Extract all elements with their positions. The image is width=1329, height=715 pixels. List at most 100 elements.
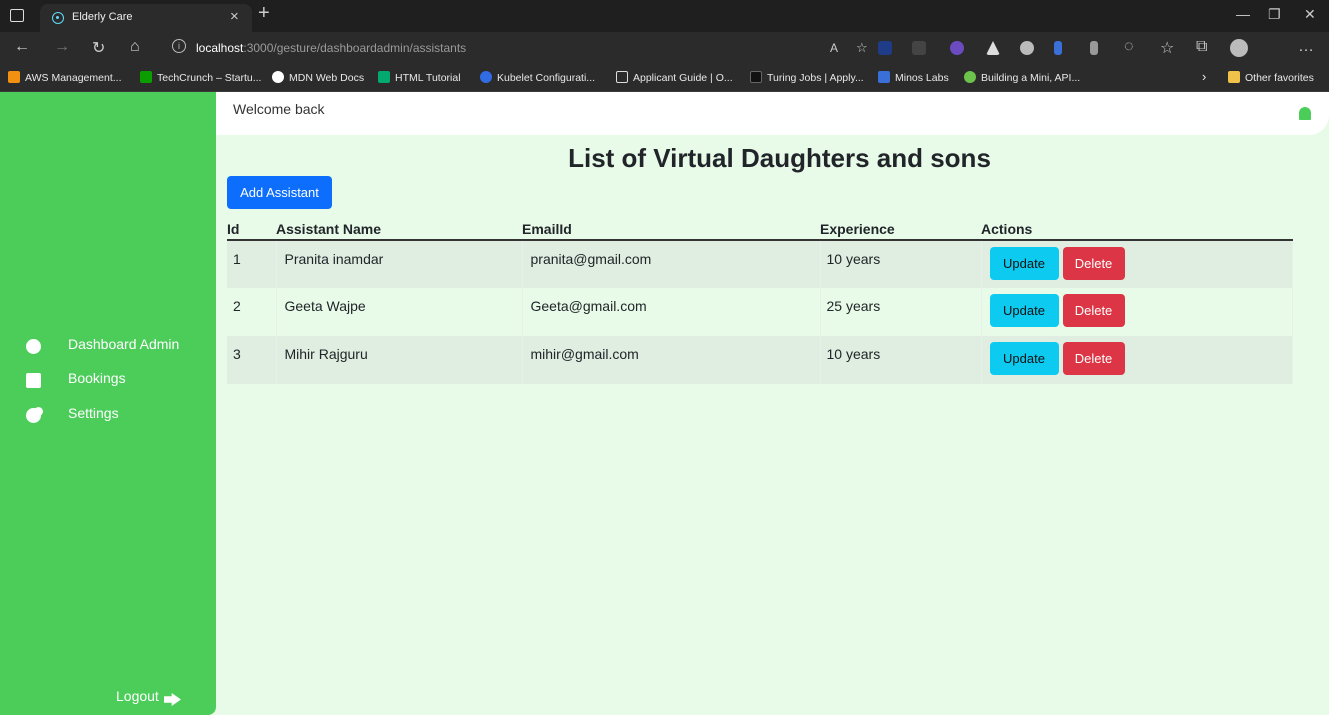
- cell-name: Geeta Wajpe: [276, 288, 523, 336]
- cell-id: 2: [227, 288, 277, 336]
- extension-icon[interactable]: [950, 41, 964, 55]
- techcrunch-icon: [140, 71, 152, 83]
- restore-icon[interactable]: ❐: [1268, 6, 1281, 23]
- top-header: Welcome back: [216, 92, 1329, 135]
- cell-actions: Update Delete: [981, 240, 1293, 288]
- url-text: localhost:3000/gesture/dashboardadmin/as…: [196, 41, 466, 55]
- tab-actions-icon[interactable]: [10, 9, 24, 22]
- update-button[interactable]: Update: [989, 247, 1059, 280]
- sidebar-item-settings[interactable]: Settings: [26, 405, 119, 423]
- bookmark-item[interactable]: TechCrunch – Startu...: [140, 71, 261, 84]
- cell-actions: Update Delete: [981, 288, 1293, 336]
- sidebar-item-label: Dashboard Admin: [68, 336, 180, 352]
- cell-id: 3: [227, 336, 277, 384]
- new-tab-icon[interactable]: +: [258, 2, 270, 25]
- bookmark-item[interactable]: HTML Tutorial: [378, 71, 461, 84]
- bookmark-item[interactable]: Building a Mini, API...: [964, 71, 1080, 84]
- column-header: Experience: [820, 216, 981, 241]
- extension-icon[interactable]: [912, 41, 926, 55]
- collections-icon[interactable]: ⧉: [1196, 38, 1207, 56]
- browser-titlebar: Elderly Care × + — ❐ ✕: [0, 0, 1329, 32]
- welcome-text: Welcome back: [233, 101, 325, 117]
- profile-avatar-icon[interactable]: [1230, 39, 1248, 57]
- add-assistant-button[interactable]: Add Assistant: [227, 176, 332, 209]
- table-row: 2 Geeta Wajpe Geeta@gmail.com 25 years U…: [227, 288, 1293, 336]
- browser-tab[interactable]: Elderly Care ×: [40, 4, 252, 32]
- extension-icon[interactable]: [1054, 41, 1062, 55]
- page-title: List of Virtual Daughters and sons: [568, 143, 991, 173]
- cell-email: mihir@gmail.com: [522, 336, 821, 384]
- bookmark-item[interactable]: Applicant Guide | O...: [616, 71, 733, 84]
- react-favicon-icon: [52, 12, 64, 24]
- assistants-table: Id Assistant Name EmailId Experience Act…: [227, 216, 1293, 384]
- book-icon: [26, 373, 41, 388]
- folder-icon: [1228, 71, 1240, 83]
- column-header: Id: [227, 216, 276, 241]
- bookmark-item[interactable]: MDN Web Docs: [272, 71, 364, 84]
- site-info-icon[interactable]: i: [172, 39, 186, 53]
- cell-experience: 10 years: [820, 336, 982, 384]
- sidebar-item-bookings[interactable]: Bookings: [26, 370, 126, 388]
- w3schools-icon: [378, 71, 390, 83]
- extension-icon[interactable]: [1090, 41, 1098, 55]
- copilot-icon[interactable]: ◌: [1124, 38, 1134, 56]
- delete-button[interactable]: Delete: [1062, 342, 1125, 375]
- extension-icon[interactable]: [986, 41, 1000, 55]
- bookmark-item[interactable]: Turing Jobs | Apply...: [750, 71, 864, 84]
- tab-close-icon[interactable]: ×: [230, 8, 239, 25]
- tab-title: Elderly Care: [72, 11, 133, 23]
- bookmark-item[interactable]: Minos Labs: [878, 71, 949, 84]
- cogs-icon: [26, 408, 41, 423]
- column-header: Assistant Name: [276, 216, 522, 241]
- extension-icon[interactable]: [878, 41, 892, 55]
- forward-icon[interactable]: →: [54, 38, 70, 56]
- home-icon[interactable]: ⌂: [130, 38, 140, 56]
- extension-icon[interactable]: [1020, 41, 1034, 55]
- logout-link[interactable]: Logout: [116, 688, 159, 704]
- back-icon[interactable]: ←: [14, 38, 30, 56]
- update-button[interactable]: Update: [989, 294, 1059, 327]
- cell-name: Pranita inamdar: [276, 240, 523, 288]
- cell-email: pranita@gmail.com: [522, 240, 821, 288]
- table-row: 1 Pranita inamdar pranita@gmail.com 10 y…: [227, 240, 1293, 288]
- column-header: Actions: [981, 216, 1293, 241]
- kubernetes-icon: [480, 71, 492, 83]
- cell-name: Mihir Rajguru: [276, 336, 523, 384]
- refresh-icon[interactable]: ↻: [92, 38, 105, 58]
- bookmarks-bar: AWS Management... TechCrunch – Startu...…: [0, 64, 1329, 92]
- logout-icon[interactable]: [164, 693, 181, 706]
- minimize-icon[interactable]: —: [1236, 6, 1250, 22]
- cell-experience: 10 years: [820, 240, 982, 288]
- bookmark-item[interactable]: Kubelet Configurati...: [480, 71, 595, 84]
- cell-id: 1: [227, 240, 277, 288]
- page-icon: [616, 71, 628, 83]
- bell-icon[interactable]: [1299, 107, 1311, 120]
- url-host: localhost: [196, 41, 244, 55]
- favorite-star-icon[interactable]: ☆: [856, 40, 868, 56]
- sidebar: Dashboard Admin Bookings Settings Logout: [0, 92, 216, 715]
- read-aloud-icon[interactable]: A: [830, 41, 838, 55]
- sidebar-item-dashboard[interactable]: Dashboard Admin: [26, 336, 180, 354]
- app-root: Dashboard Admin Bookings Settings Logout…: [0, 92, 1329, 715]
- close-window-icon[interactable]: ✕: [1304, 6, 1316, 23]
- other-favorites[interactable]: Other favorites: [1228, 71, 1314, 84]
- table-header-row: Id Assistant Name EmailId Experience Act…: [227, 216, 1293, 241]
- update-button[interactable]: Update: [989, 342, 1059, 375]
- table-row: 3 Mihir Rajguru mihir@gmail.com 10 years…: [227, 336, 1293, 384]
- turing-icon: [750, 71, 762, 83]
- address-bar: ← → ↻ ⌂ i localhost:3000/gesture/dashboa…: [0, 32, 1329, 64]
- minos-icon: [878, 71, 890, 83]
- delete-button[interactable]: Delete: [1062, 294, 1125, 327]
- sidebar-item-label: Bookings: [68, 370, 126, 386]
- cell-actions: Update Delete: [981, 336, 1293, 384]
- more-menu-icon[interactable]: …: [1298, 38, 1314, 56]
- url-input[interactable]: i localhost:3000/gesture/dashboardadmin/…: [164, 36, 884, 60]
- aws-icon: [8, 71, 20, 83]
- chevron-right-icon[interactable]: ›: [1202, 69, 1206, 84]
- cell-experience: 25 years: [820, 288, 982, 336]
- favorites-icon[interactable]: ☆: [1160, 38, 1174, 58]
- delete-button[interactable]: Delete: [1062, 247, 1125, 280]
- bookmark-item[interactable]: AWS Management...: [8, 71, 121, 84]
- gauge-icon: [26, 339, 41, 354]
- cell-email: Geeta@gmail.com: [522, 288, 821, 336]
